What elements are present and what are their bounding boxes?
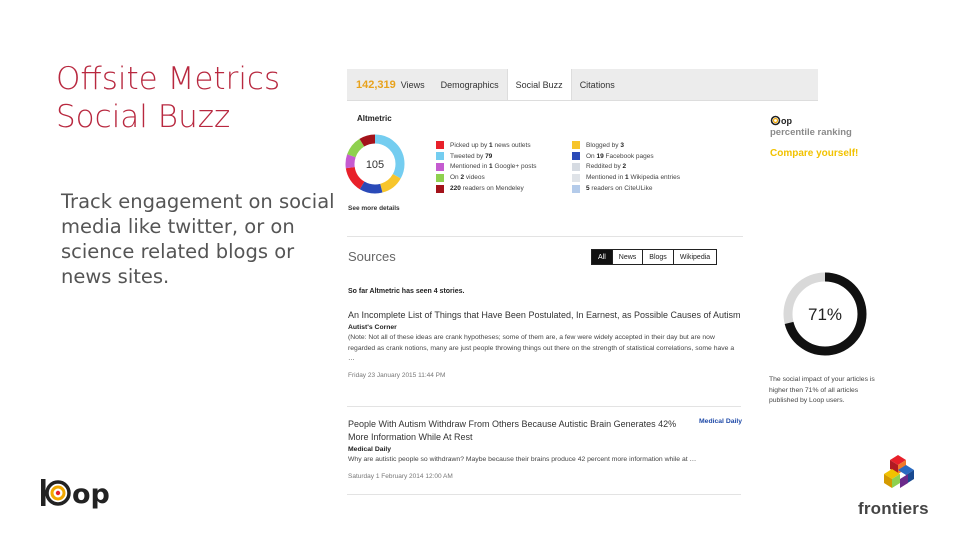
metric-color-swatch	[572, 152, 580, 161]
divider	[347, 236, 743, 237]
altmetric-metrics-col2: Blogged by 3 On 19 Facebook pages Reddited…	[572, 140, 680, 194]
metric-row: Mentioned in 1 Google+ posts	[436, 162, 537, 173]
story-item: People With Autism Withdraw From Others …	[348, 418, 696, 480]
stories-count-text: So far Altmetric has seen 4 stories.	[348, 288, 465, 295]
metric-number: 2	[622, 163, 627, 171]
metric-color-swatch	[436, 141, 444, 150]
gauge-explanation: The social impact of your articles is hi…	[769, 376, 875, 404]
metric-prefix: Mentioned in	[586, 174, 626, 182]
metric-prefix: Picked up by	[450, 141, 490, 149]
story-source: Autist's Corner	[348, 324, 397, 331]
metric-text: On 19 Facebook pages	[586, 153, 654, 160]
altmetric-metrics-col1: Picked up by 1 news outlets Tweeted by 79…	[436, 140, 537, 194]
percentile-ranking-label: percentile ranking	[770, 127, 852, 138]
slide-title-line-2: Social Buzz	[56, 99, 231, 135]
filter-blogs[interactable]: Blogs	[642, 250, 673, 264]
metric-prefix: Blogged by	[586, 141, 621, 149]
loop-ring-icon	[770, 115, 781, 126]
metric-row: Blogged by 3	[572, 140, 680, 151]
metric-color-swatch	[436, 152, 444, 161]
metric-prefix: Tweeted by	[450, 152, 486, 160]
filter-news[interactable]: News	[611, 250, 643, 264]
metric-number: 19	[596, 152, 604, 160]
frontiers-logo-text: frontiers	[858, 499, 929, 518]
metric-text: Picked up by 1 news outlets	[450, 142, 531, 149]
metric-suffix: Facebook pages	[603, 152, 654, 160]
story-source: Medical Daily	[348, 446, 392, 453]
metric-text: 5 readers on CiteULike	[586, 185, 653, 192]
metric-row: Reddited by 2	[572, 162, 680, 173]
loop-logo: op	[41, 479, 110, 510]
metric-prefix: On	[586, 152, 597, 160]
slide-title-line-1: Offsite Metrics	[56, 61, 281, 97]
metric-number: 220	[450, 185, 461, 193]
story-headline-link[interactable]: An Incomplete List of Things that Have B…	[348, 309, 741, 322]
divider	[347, 406, 741, 407]
metric-color-swatch	[572, 173, 580, 182]
metric-suffix: Wikipedia entries	[628, 174, 680, 182]
metric-color-swatch	[436, 173, 444, 182]
metric-prefix: Reddited by	[586, 163, 623, 171]
divider	[347, 494, 741, 495]
metric-text: Tweeted by 79	[450, 153, 492, 160]
compare-yourself-link[interactable]: Compare yourself!	[770, 148, 858, 159]
sources-filter-group: All News Blogs Wikipedia	[591, 249, 718, 265]
metric-text: 220 readers on Mendeley	[450, 185, 524, 192]
altmetric-score: 105	[366, 159, 384, 171]
loop-brand-text: op	[781, 115, 792, 126]
metric-suffix: news outlets	[492, 141, 531, 149]
tab-demographics[interactable]: Demographics	[433, 69, 507, 100]
views-count: 142,319	[356, 78, 396, 91]
metric-row: On 19 Facebook pages	[572, 151, 680, 162]
metric-row: 5 readers on CiteULike	[572, 183, 680, 194]
metric-suffix: videos	[464, 174, 485, 182]
story-headline-link[interactable]: People With Autism Withdraw From Others …	[348, 418, 693, 444]
metric-text: Reddited by 2	[586, 163, 626, 170]
metric-row: Mentioned in 1 Wikipedia entries	[572, 172, 680, 183]
tab-views[interactable]: 142,319 Views	[347, 69, 433, 100]
altmetric-donut-badge[interactable]: 105	[344, 133, 406, 195]
filter-wikipedia[interactable]: Wikipedia	[672, 250, 717, 264]
metric-color-swatch	[572, 184, 580, 193]
metric-number: 3	[620, 141, 624, 149]
altmetric-title: Altmetric	[357, 114, 392, 123]
metric-color-swatch	[436, 184, 444, 193]
tab-social-buzz[interactable]: Social Buzz	[506, 69, 572, 100]
story-item: An Incomplete List of Things that Have B…	[348, 309, 741, 379]
metric-color-swatch	[436, 162, 444, 171]
metrics-tab-bar: 142,319 Views Demographics Social Buzz C…	[347, 69, 818, 101]
metric-text: Mentioned in 1 Wikipedia entries	[586, 174, 680, 181]
gauge-percent-text: 71%	[808, 305, 842, 324]
sources-heading: Sources	[348, 249, 396, 264]
story-source-badge[interactable]: Medical Daily	[699, 418, 742, 425]
views-label: Views	[400, 79, 425, 90]
filter-all[interactable]: All	[592, 250, 612, 264]
slide-title: Offsite Metrics Social Buzz	[56, 60, 280, 136]
see-more-details-link[interactable]: See more details	[348, 205, 400, 212]
metric-suffix: readers on CiteULike	[589, 185, 653, 193]
metric-prefix: Mentioned in	[450, 163, 490, 171]
metric-suffix: Google+ posts	[492, 163, 537, 171]
slide-body-text: Track engagement on social media like tw…	[61, 190, 335, 288]
metric-suffix: readers on Mendeley	[460, 185, 524, 193]
loop-brand-small: op	[770, 115, 792, 126]
metric-row: 220 readers on Mendeley	[436, 183, 537, 194]
metric-text: Mentioned in 1 Google+ posts	[450, 163, 537, 170]
percentile-gauge: 71%	[783, 272, 867, 356]
metric-number: 79	[485, 152, 493, 160]
metric-row: On 2 videos	[436, 172, 537, 183]
tab-citations[interactable]: Citations	[572, 69, 623, 100]
metric-color-swatch	[572, 141, 580, 150]
story-excerpt: Why are autistic people so withdrawn? Ma…	[348, 456, 697, 463]
loop-logo-text: op	[72, 479, 110, 510]
metric-text: Blogged by 3	[586, 142, 624, 149]
story-date: Saturday 1 February 2014 12:00 AM	[348, 472, 453, 480]
story-excerpt: (Note: Not all of these ideas are crank …	[348, 334, 735, 362]
metric-row: Tweeted by 79	[436, 151, 537, 162]
metric-color-swatch	[572, 162, 580, 171]
metric-prefix: On	[450, 174, 461, 182]
metric-text: On 2 videos	[450, 174, 485, 181]
metric-row: Picked up by 1 news outlets	[436, 140, 537, 151]
story-date: Friday 23 January 2015 11:44 PM	[348, 371, 446, 379]
